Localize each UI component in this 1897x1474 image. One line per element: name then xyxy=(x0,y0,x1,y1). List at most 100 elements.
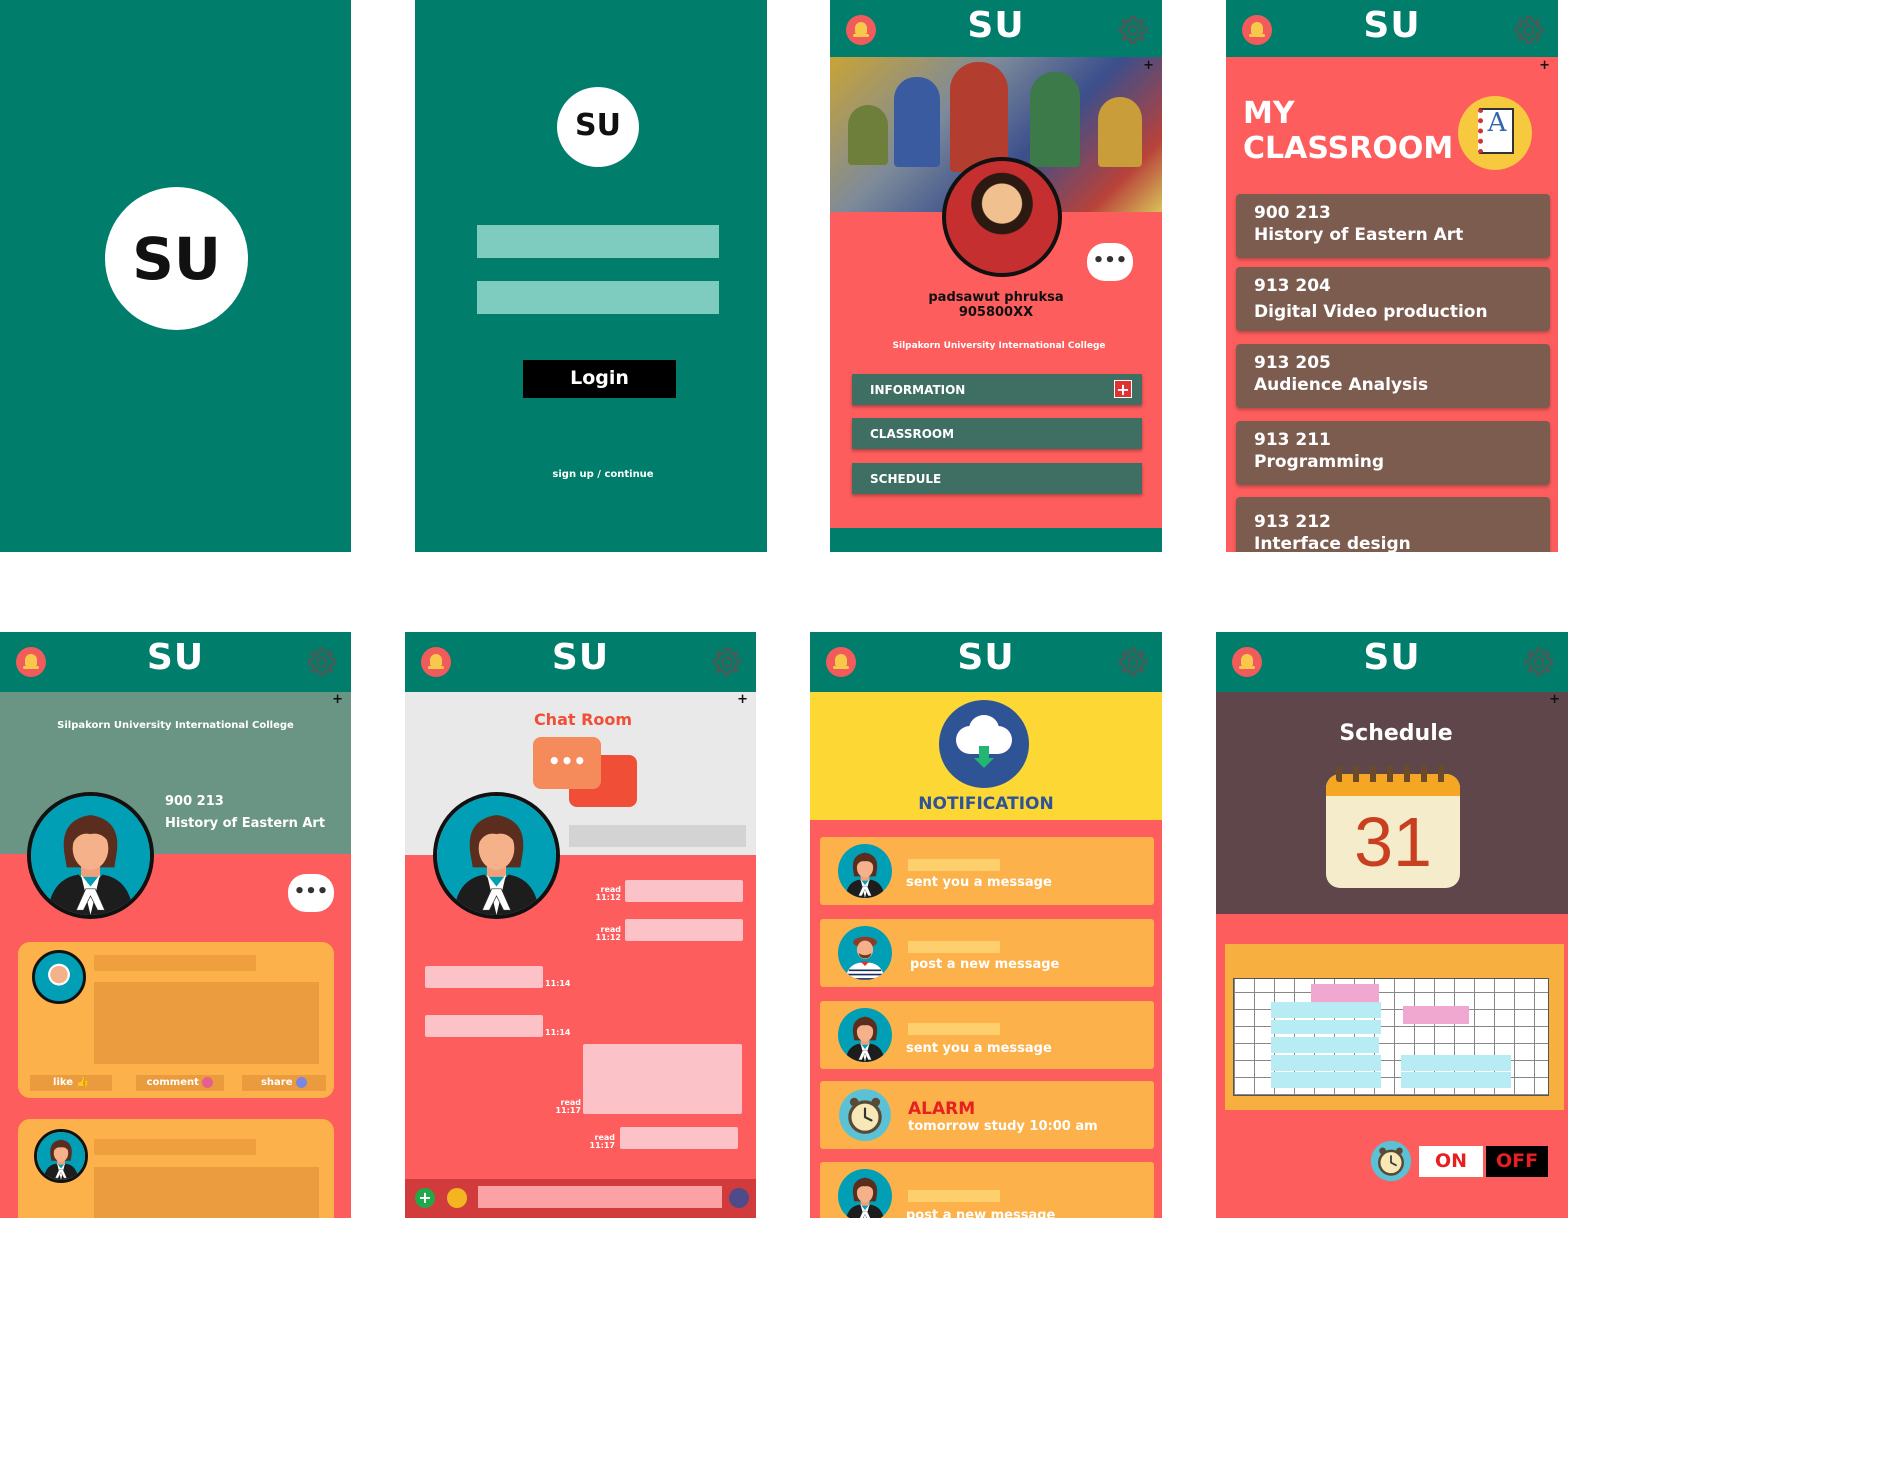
notebook-icon: A xyxy=(1458,96,1532,170)
plus-icon[interactable]: + xyxy=(1549,692,1560,707)
plus-icon[interactable]: + xyxy=(737,692,748,707)
timetable-image[interactable] xyxy=(1225,944,1564,1110)
classroom-title-line2: CLASSROOM xyxy=(1243,131,1454,166)
message-input[interactable] xyxy=(478,1186,722,1208)
message-bubble[interactable] xyxy=(425,1015,543,1037)
sender-avatar xyxy=(838,1169,892,1218)
alarm-on-toggle[interactable]: ON xyxy=(1419,1146,1483,1177)
classroom-title-line1: MY xyxy=(1243,96,1295,131)
login-button[interactable]: Login xyxy=(523,360,676,398)
alarm-off-toggle[interactable]: OFF xyxy=(1486,1146,1548,1177)
contact-name-placeholder xyxy=(569,825,746,847)
college-name: Silpakorn University International Colle… xyxy=(57,720,294,731)
timetable-cell xyxy=(1311,984,1379,1002)
app-header: SU xyxy=(830,0,1162,57)
plus-icon[interactable]: + xyxy=(332,692,343,707)
post-title-placeholder xyxy=(94,955,256,971)
bottom-bar xyxy=(830,528,1162,552)
download-arrowhead xyxy=(974,758,994,768)
signup-link[interactable]: sign up / continue xyxy=(515,469,691,480)
notification-text: post a new message xyxy=(910,957,1060,972)
alarm-clock-icon xyxy=(838,1088,892,1142)
message-bubble[interactable] xyxy=(583,1044,742,1114)
notification-item[interactable]: post a new message xyxy=(820,919,1154,987)
comment-button[interactable]: comment xyxy=(136,1075,224,1091)
post-card[interactable]: like 👍 comment share xyxy=(18,942,334,1098)
notification-screen: SU NOTIFICATION sent you a message post … xyxy=(810,632,1162,1218)
notification-item[interactable]: post a new message xyxy=(820,1162,1154,1218)
course-name: Audience Analysis xyxy=(1254,375,1429,395)
like-button[interactable]: like 👍 xyxy=(30,1075,112,1091)
gear-icon[interactable] xyxy=(712,647,742,677)
gear-icon[interactable] xyxy=(307,647,337,677)
message-bubble[interactable] xyxy=(625,919,743,941)
timetable-cell xyxy=(1271,1020,1381,1034)
schedule-button[interactable]: SCHEDULE xyxy=(852,463,1142,494)
message-bubble[interactable] xyxy=(625,880,743,902)
su-logo-text: SU xyxy=(575,108,621,143)
classroom-label: CLASSROOM xyxy=(870,427,955,441)
contact-avatar[interactable] xyxy=(433,792,560,919)
folder-icon[interactable] xyxy=(447,1188,467,1208)
comment-icon xyxy=(202,1076,214,1088)
profile-id: 905800XX xyxy=(958,305,1034,320)
username-input[interactable] xyxy=(477,225,719,258)
calendar-day: 31 xyxy=(1354,803,1432,881)
sender-name-placeholder xyxy=(908,941,1000,953)
information-button[interactable]: INFORMATION + xyxy=(852,374,1142,405)
message-bubble[interactable] xyxy=(425,966,543,988)
gear-icon[interactable] xyxy=(1514,15,1544,45)
profile-name: padsawut phruksa xyxy=(928,290,1064,305)
notification-item[interactable]: sent you a message xyxy=(820,1001,1154,1069)
classroom-button[interactable]: CLASSROOM xyxy=(852,418,1142,449)
poster-avatar[interactable] xyxy=(34,1129,88,1183)
course-card[interactable]: 913 204 Digital Video production xyxy=(1236,267,1550,331)
course-card[interactable]: 913 212 Interface design xyxy=(1236,497,1550,552)
post-body-placeholder xyxy=(94,982,319,1064)
add-icon[interactable]: + xyxy=(415,1188,435,1208)
course-code: 900 213 xyxy=(1254,203,1331,223)
course-card[interactable]: 913 205 Audience Analysis xyxy=(1236,344,1550,408)
message-time: 11:12 xyxy=(595,893,621,902)
app-header: SU xyxy=(810,632,1162,692)
course-card[interactable]: 913 211 Programming xyxy=(1236,421,1550,485)
like-label: like xyxy=(53,1077,74,1088)
notification-title: NOTIFICATION xyxy=(918,794,1054,814)
message-time: 11:14 xyxy=(545,1028,571,1037)
plus-icon[interactable]: + xyxy=(1143,58,1154,73)
share-button[interactable]: share xyxy=(242,1075,326,1091)
poster-avatar[interactable] xyxy=(32,950,86,1004)
message-status: read 11:17 xyxy=(575,1134,615,1150)
password-input[interactable] xyxy=(477,281,719,314)
schedule-label: SCHEDULE xyxy=(870,472,942,486)
cover-figure xyxy=(894,77,940,167)
gear-icon[interactable] xyxy=(1524,647,1554,677)
course-name: Digital Video production xyxy=(1254,302,1488,322)
timetable-cell xyxy=(1401,1072,1511,1088)
message-status: read 11:12 xyxy=(581,926,621,942)
gear-icon[interactable] xyxy=(1118,15,1148,45)
notification-item[interactable]: sent you a message xyxy=(820,837,1154,905)
plus-icon[interactable]: + xyxy=(1539,58,1550,73)
sender-avatar xyxy=(838,926,892,980)
chat-bubble-icon[interactable]: ••• xyxy=(288,874,334,912)
chat-bubble-icon[interactable]: ••• xyxy=(1087,243,1133,281)
course-name: History of Eastern Art xyxy=(165,816,326,831)
add-icon[interactable]: + xyxy=(1114,380,1132,399)
app-title: SU xyxy=(146,637,205,678)
message-time: 11:14 xyxy=(545,979,571,988)
chat-icon-front: ••• xyxy=(533,737,601,789)
teacher-avatar[interactable] xyxy=(27,792,154,919)
course-card[interactable]: 900 213 History of Eastern Art xyxy=(1236,194,1550,258)
alarm-item[interactable]: ALARM tomorrow study 10:00 am xyxy=(820,1081,1154,1149)
gear-icon[interactable] xyxy=(1118,647,1148,677)
college-name: Silpakorn University International Colle… xyxy=(892,341,1106,351)
gift-icon[interactable] xyxy=(729,1188,749,1208)
profile-avatar[interactable] xyxy=(942,157,1062,277)
notification-text: post a new message xyxy=(906,1208,1056,1218)
message-bubble[interactable] xyxy=(620,1127,738,1149)
post-card[interactable] xyxy=(18,1119,334,1218)
toggle-on-label: ON xyxy=(1434,1150,1468,1172)
course-code: 913 204 xyxy=(1254,276,1331,296)
message-status: read 11:12 xyxy=(581,886,621,902)
